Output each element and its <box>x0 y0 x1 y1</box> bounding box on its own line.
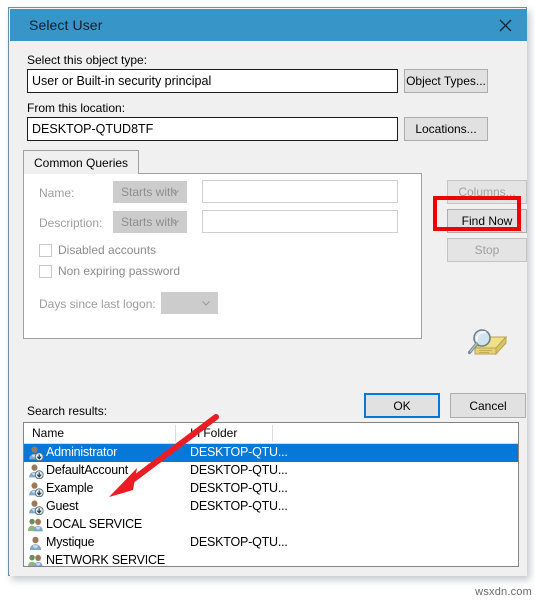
description-operator-select[interactable]: Starts with <box>113 211 187 233</box>
object-type-label: Select this object type: <box>27 53 148 67</box>
search-results-list[interactable]: Name In Folder Administrator DESKTOP-QTU.… <box>23 422 519 567</box>
row-in-folder: DESKTOP-QTU... <box>190 463 288 477</box>
column-divider[interactable] <box>175 425 176 442</box>
user-disabled-icon <box>27 499 44 515</box>
window-title: Select User <box>29 17 103 33</box>
magnifier-folder-icon <box>467 329 508 356</box>
chevron-down-icon <box>202 301 210 306</box>
select-user-dialog: Select User Select this object type: Use… <box>8 7 527 576</box>
tab-strip: Common Queries <box>23 150 422 174</box>
user-disabled-icon <box>27 445 44 461</box>
description-operator-value: Starts with <box>121 215 178 229</box>
description-value-input[interactable] <box>202 210 398 233</box>
close-glyph <box>499 19 511 31</box>
object-type-field[interactable]: User or Built-in security principal <box>27 69 398 93</box>
days-since-logon-select[interactable] <box>161 292 218 314</box>
description-label: Description: <box>39 216 103 230</box>
row-in-folder: DESKTOP-QTU... <box>190 481 288 495</box>
table-row[interactable]: Guest DESKTOP-QTU... <box>24 498 518 516</box>
group-icon <box>27 553 44 567</box>
column-divider[interactable] <box>272 425 273 442</box>
row-name: DefaultAccount <box>46 463 128 477</box>
days-since-logon-label: Days since last logon: <box>39 297 156 311</box>
result-rows: Administrator DESKTOP-QTU... DefaultAccoun… <box>24 444 518 567</box>
row-name: Guest <box>46 499 79 513</box>
name-value-input[interactable] <box>202 180 398 203</box>
user-disabled-icon <box>27 481 44 497</box>
table-row[interactable]: NETWORK SERVICE <box>24 552 518 567</box>
tab-panel-seam <box>24 172 122 174</box>
column-header-name[interactable]: Name <box>32 426 64 440</box>
row-name: Example <box>46 481 94 495</box>
table-row[interactable]: Mystique DESKTOP-QTU... <box>24 534 518 552</box>
location-label: From this location: <box>27 101 126 115</box>
name-label: Name: <box>39 186 75 200</box>
ok-button[interactable]: OK <box>364 393 440 418</box>
row-in-folder: DESKTOP-QTU... <box>190 499 288 513</box>
object-types-button[interactable]: Object Types... <box>404 69 488 93</box>
locations-button[interactable]: Locations... <box>404 117 488 141</box>
disabled-accounts-label: Disabled accounts <box>58 243 157 257</box>
title-bar: Select User <box>10 9 527 41</box>
cancel-button[interactable]: Cancel <box>450 393 526 418</box>
watermark: wsxdn.com <box>475 586 532 598</box>
row-name: NETWORK SERVICE <box>46 553 166 567</box>
find-now-button[interactable]: Find Now <box>447 209 527 233</box>
tab-common-queries[interactable]: Common Queries <box>23 150 140 174</box>
table-row[interactable]: Example DESKTOP-QTU... <box>24 480 518 498</box>
user-disabled-icon <box>27 463 44 479</box>
stop-button[interactable]: Stop <box>447 238 527 262</box>
row-name: Mystique <box>46 535 95 549</box>
columns-button[interactable]: Columns... <box>447 180 527 204</box>
row-name: Administrator <box>46 445 118 459</box>
non-expiring-password-checkbox[interactable] <box>39 265 52 278</box>
row-name: LOCAL SERVICE <box>46 517 143 531</box>
chevron-down-icon <box>171 190 179 195</box>
chevron-down-icon <box>171 220 179 225</box>
name-operator-select[interactable]: Starts with <box>113 181 187 203</box>
row-in-folder: DESKTOP-QTU... <box>190 445 288 459</box>
table-row[interactable]: DefaultAccount DESKTOP-QTU... <box>24 462 518 480</box>
name-operator-value: Starts with <box>121 185 178 199</box>
location-field[interactable]: DESKTOP-QTUD8TF <box>27 117 398 141</box>
user-icon <box>27 535 44 551</box>
close-icon[interactable] <box>483 9 527 41</box>
row-in-folder: DESKTOP-QTU... <box>190 535 288 549</box>
table-row[interactable]: LOCAL SERVICE <box>24 516 518 534</box>
dialog-body: Select this object type: User or Built-i… <box>10 41 527 576</box>
search-results-label: Search results: <box>27 404 108 418</box>
list-column-headers: Name In Folder <box>24 423 518 444</box>
disabled-accounts-checkbox[interactable] <box>39 244 52 257</box>
column-header-in-folder[interactable]: In Folder <box>190 426 237 440</box>
group-icon <box>27 517 44 533</box>
table-row[interactable]: Administrator DESKTOP-QTU... <box>24 444 518 462</box>
non-expiring-password-label: Non expiring password <box>58 264 181 278</box>
